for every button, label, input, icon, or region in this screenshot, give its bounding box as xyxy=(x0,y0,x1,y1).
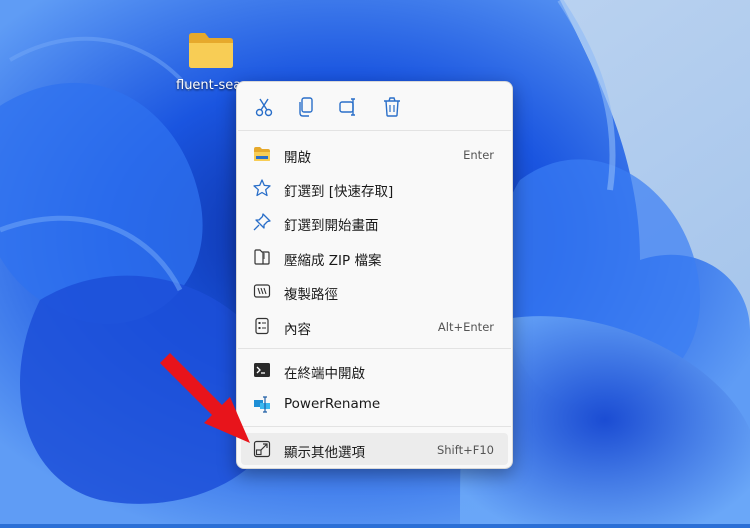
menu-item-label: 複製路徑 xyxy=(284,287,338,303)
quick-action-bar xyxy=(237,82,512,130)
menu-item-properties[interactable]: 內容 Alt+Enter xyxy=(241,310,508,342)
menu-item-compress-zip[interactable]: 壓縮成 ZIP 檔案 xyxy=(241,241,508,273)
menu-item-label: 釘選到開始畫面 xyxy=(284,218,379,234)
menu-item-label: PowerRename xyxy=(284,396,381,412)
copy-button[interactable] xyxy=(296,96,316,118)
menu-item-shortcut: Enter xyxy=(463,148,494,162)
properties-icon xyxy=(255,317,269,335)
menu-item-open-terminal[interactable]: 在終端中開啟 xyxy=(241,354,508,386)
context-menu: 開啟 Enter 釘選到 [快速存取] 釘選到開始畫面 壓縮成 ZIP 檔案 複… xyxy=(236,81,513,469)
pin-icon xyxy=(253,213,271,231)
menu-item-label: 內容 xyxy=(284,322,311,338)
menu-separator xyxy=(238,348,511,349)
zip-icon xyxy=(254,249,270,265)
rename-icon xyxy=(339,98,355,116)
menu-item-open[interactable]: 開啟 Enter xyxy=(241,138,508,170)
menu-item-label: 顯示其他選項 xyxy=(284,445,365,461)
menu-item-label: 釘選到 [快速存取] xyxy=(284,184,394,200)
menu-item-label: 開啟 xyxy=(284,150,311,166)
delete-button[interactable] xyxy=(382,96,402,118)
star-icon xyxy=(253,179,271,197)
menu-item-shortcut: Shift+F10 xyxy=(436,443,494,457)
folder-icon xyxy=(189,33,233,68)
menu-item-copy-path[interactable]: 複製路徑 xyxy=(241,275,508,307)
rename-button[interactable] xyxy=(339,96,359,118)
folder-icon xyxy=(254,147,270,161)
scissors-icon xyxy=(255,98,273,117)
menu-item-powerrename[interactable]: PowerRename xyxy=(241,388,508,420)
menu-item-shortcut: Alt+Enter xyxy=(437,320,494,334)
menu-separator xyxy=(238,130,511,131)
menu-item-label: 壓縮成 ZIP 檔案 xyxy=(284,253,382,269)
menu-item-pin-quick-access[interactable]: 釘選到 [快速存取] xyxy=(241,172,508,204)
trash-icon xyxy=(384,97,400,117)
menu-item-label: 在終端中開啟 xyxy=(284,366,365,382)
copy-icon xyxy=(299,97,313,117)
copy-path-icon xyxy=(253,284,271,298)
cut-button[interactable] xyxy=(254,96,274,118)
menu-item-show-more-options[interactable]: 顯示其他選項 Shift+F10 xyxy=(241,433,508,465)
red-arrow-annotation xyxy=(160,353,250,443)
menu-item-pin-start[interactable]: 釘選到開始畫面 xyxy=(241,206,508,238)
menu-separator xyxy=(238,426,511,427)
